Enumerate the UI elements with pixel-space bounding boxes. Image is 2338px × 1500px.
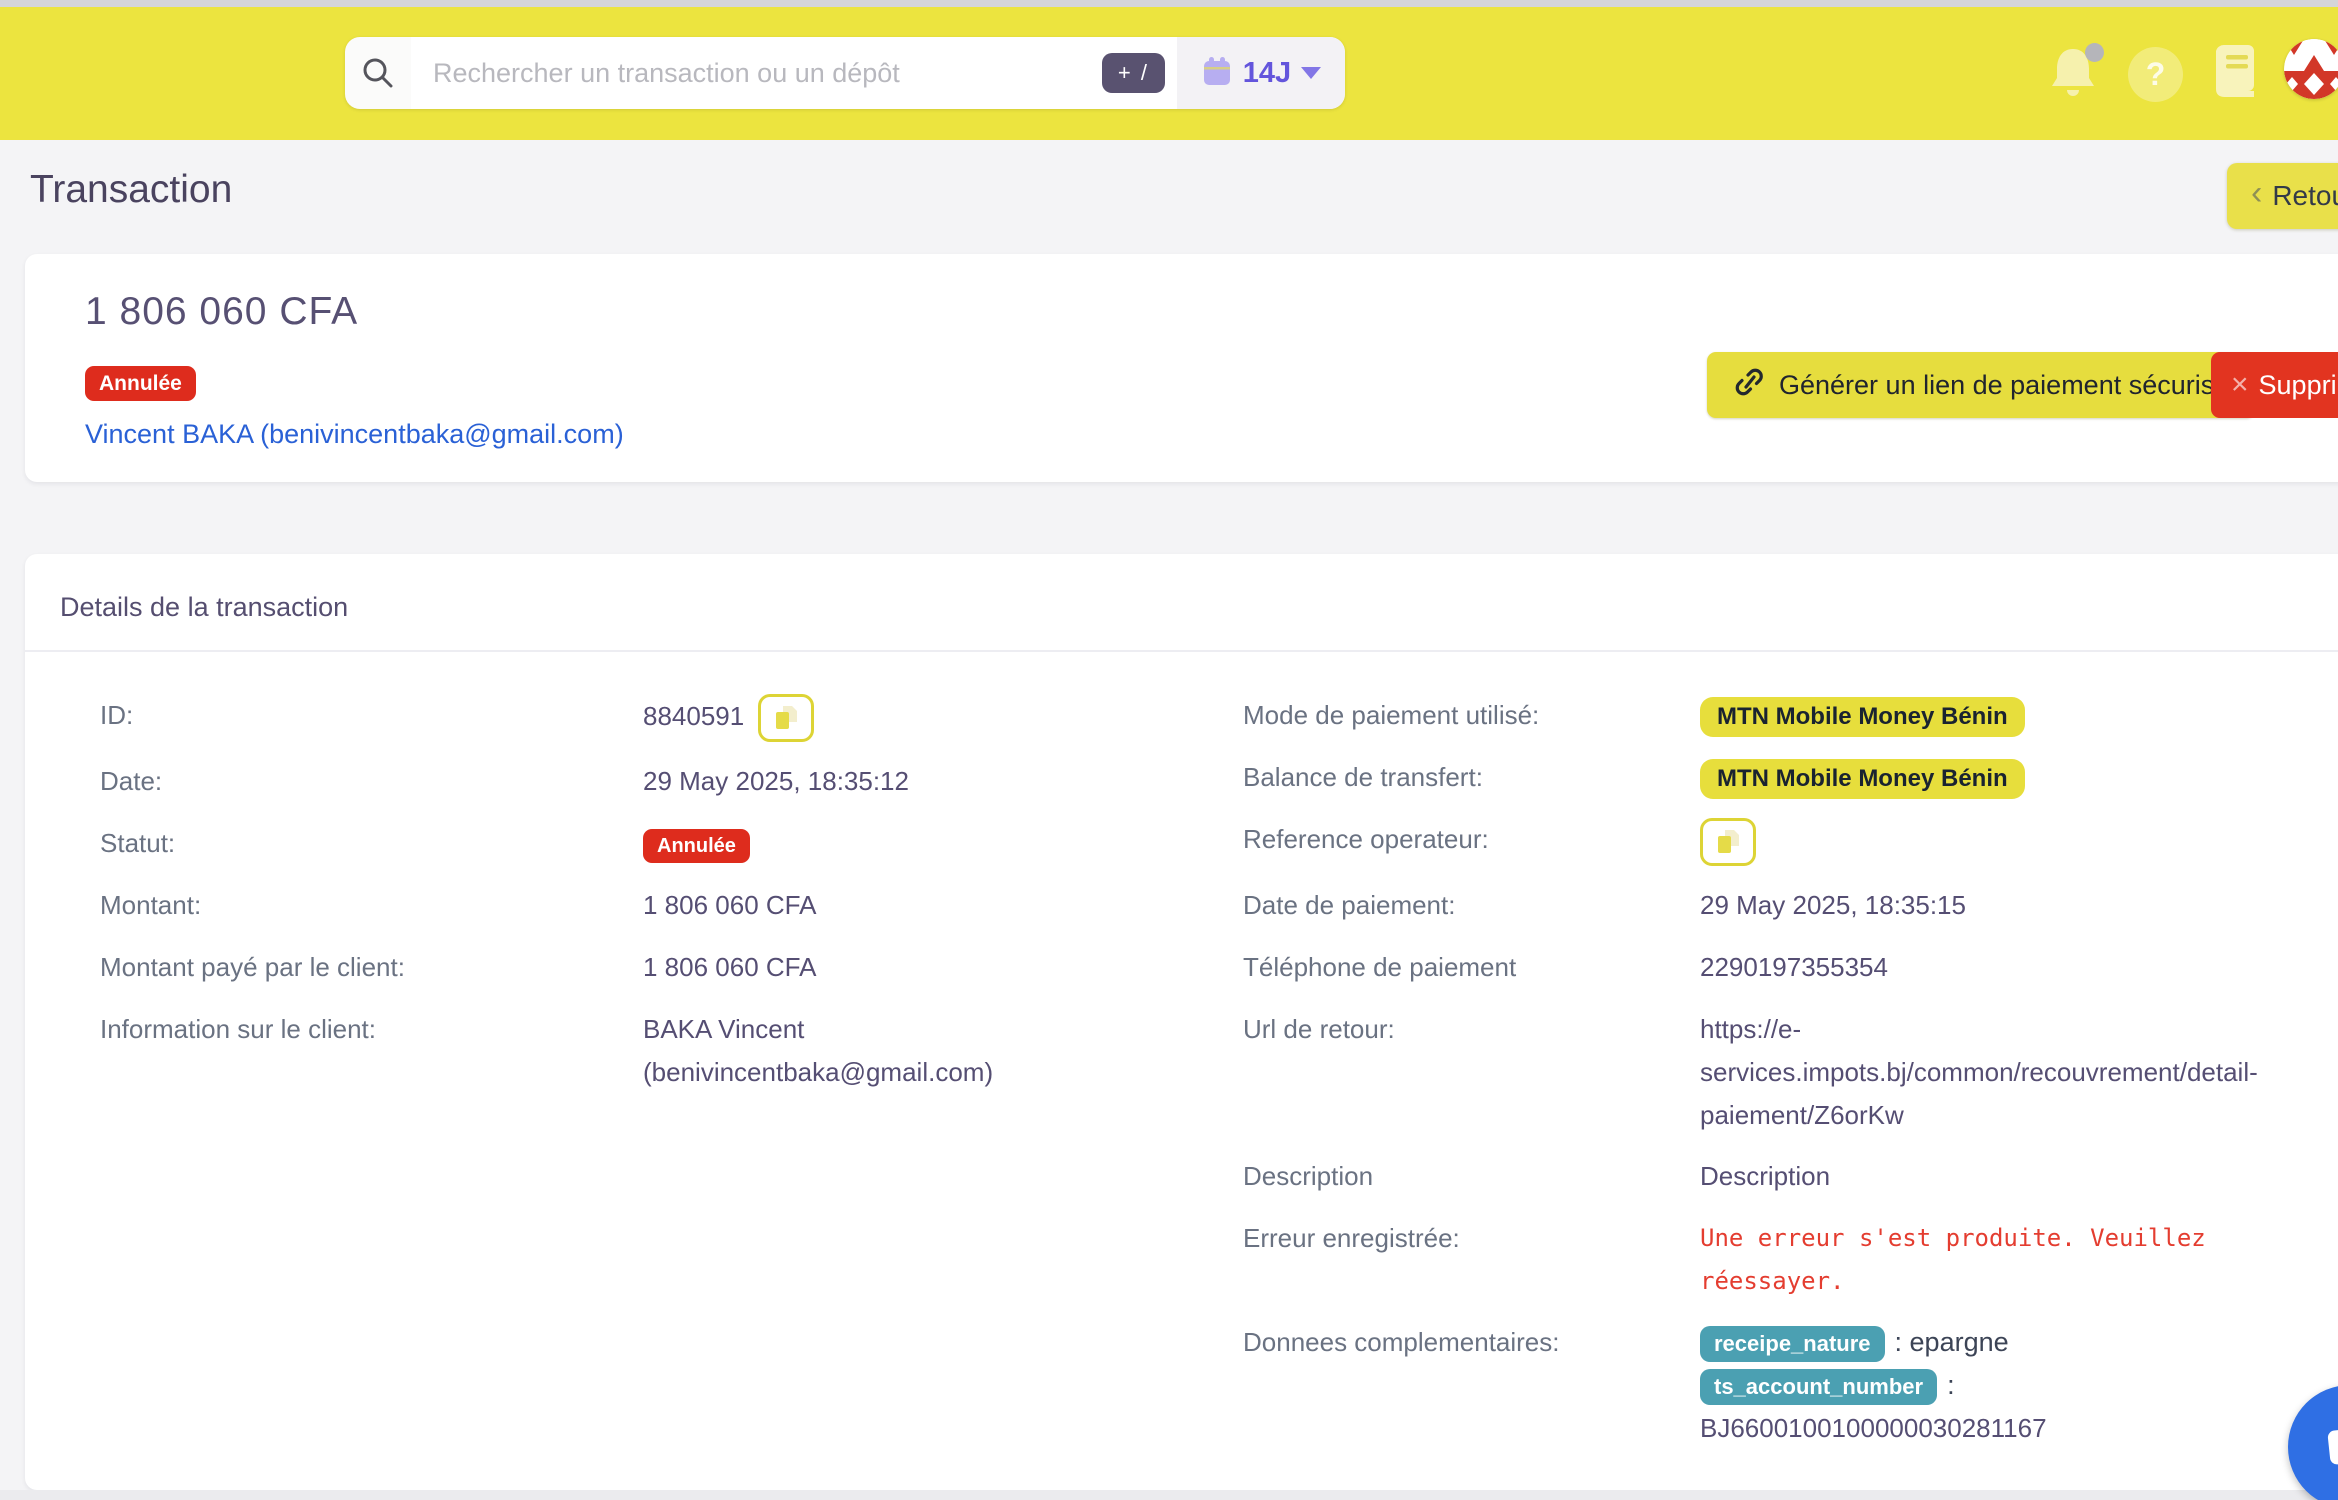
payment-phone-value: 2290197355354	[1700, 946, 1888, 989]
extra-data-pair: ts_account_number:	[1700, 1364, 2047, 1407]
extra-data-account-number: BJ6600100100000030281167	[1700, 1407, 2047, 1450]
chevron-down-icon	[1301, 67, 1321, 79]
details-right-column: Mode de paiement utilisé: MTN Mobile Mon…	[1243, 694, 2338, 1468]
period-filter-dropdown[interactable]: 14J	[1177, 37, 1345, 109]
detail-row-return-url: Url de retour: https://e-services.impots…	[1243, 1008, 2338, 1137]
amount-value: 1 806 060 CFA	[643, 884, 816, 927]
details-left-column: ID: 8840591 Date: 29 May 2025, 18:35:12 …	[100, 694, 1180, 1112]
amount-paid-value: 1 806 060 CFA	[643, 946, 816, 989]
extra-data-pair: receipe_nature: epargne	[1700, 1321, 2047, 1364]
payment-mode-badge: MTN Mobile Money Bénin	[1700, 697, 2025, 737]
transaction-summary-card: 1 806 060 CFA Annulée Vincent BAKA (beni…	[25, 254, 2338, 482]
return-url-value: https://e-services.impots.bj/common/reco…	[1700, 1008, 2338, 1137]
detail-row-description: Description Description	[1243, 1155, 2338, 1199]
details-section-title: Details de la transaction	[60, 592, 348, 623]
period-filter-value: 14J	[1243, 57, 1291, 90]
detail-row-extra-data: Donnees complementaires: receipe_nature:…	[1243, 1321, 2338, 1450]
transaction-id-value: 8840591	[643, 701, 744, 731]
description-value: Description	[1700, 1155, 1830, 1198]
detail-row-operator-reference: Reference operateur:	[1243, 818, 2338, 866]
window-top-edge	[0, 0, 2338, 7]
transaction-date-value: 29 May 2025, 18:35:12	[643, 760, 909, 803]
search-icon	[345, 37, 411, 109]
question-mark-icon: ?	[2146, 56, 2166, 93]
search-bar: + / 14J	[345, 37, 1345, 109]
detail-row-payment-phone: Téléphone de paiement 2290197355354	[1243, 946, 2338, 990]
page-title: Transaction	[30, 168, 232, 212]
transaction-details-card: Details de la transaction ID: 8840591 Da…	[25, 554, 2338, 1490]
generate-payment-link-label: Générer un lien de paiement sécurisé	[1779, 370, 2229, 401]
calendar-icon	[1201, 55, 1233, 92]
detail-row-error: Erreur enregistrée: Une erreur s'est pro…	[1243, 1217, 2338, 1303]
page-bottom-background	[0, 1490, 2338, 1500]
detail-row-date: Date: 29 May 2025, 18:35:12	[100, 760, 1180, 804]
client-info-value: BAKA Vincent (benivincentbaka@gmail.com)	[643, 1008, 1073, 1094]
user-avatar[interactable]	[2284, 39, 2338, 99]
top-navigation-bar: + / 14J ?	[0, 7, 2338, 140]
detail-row-id: ID: 8840591	[100, 694, 1180, 742]
divider	[25, 650, 2338, 652]
customer-link[interactable]: Vincent BAKA (benivincentbaka@gmail.com)	[85, 419, 624, 450]
delete-button[interactable]: × Supprimer	[2211, 352, 2338, 418]
close-icon: ×	[2231, 370, 2249, 400]
detail-row-status: Statut: Annulée	[100, 822, 1180, 866]
chat-bubble-icon	[2318, 1415, 2338, 1479]
status-badge: Annulée	[85, 366, 196, 401]
status-badge: Annulée	[643, 829, 750, 863]
transaction-amount: 1 806 060 CFA	[85, 290, 358, 334]
link-icon	[1733, 366, 1765, 405]
notification-dot	[2085, 43, 2104, 62]
back-button-label: Retour	[2272, 180, 2338, 212]
keyboard-shortcut-hint: + /	[1102, 53, 1165, 93]
detail-row-amount: Montant: 1 806 060 CFA	[100, 884, 1180, 928]
extra-data-key-badge: ts_account_number	[1700, 1369, 1937, 1405]
delete-button-label: Supprimer	[2259, 370, 2338, 401]
detail-row-amount-paid: Montant payé par le client: 1 806 060 CF…	[100, 946, 1180, 990]
notifications-button[interactable]	[2048, 45, 2104, 103]
transfer-balance-badge: MTN Mobile Money Bénin	[1700, 759, 2025, 799]
extra-data-key-badge: receipe_nature	[1700, 1326, 1885, 1362]
help-button[interactable]: ?	[2128, 47, 2183, 102]
documentation-button[interactable]	[2208, 43, 2260, 101]
copy-operator-reference-button[interactable]	[1700, 818, 1756, 866]
back-button[interactable]: ‹ Retour	[2227, 163, 2338, 229]
error-message-value: Une erreur s'est produite. Veuillez rées…	[1700, 1217, 2280, 1303]
detail-row-transfer-balance: Balance de transfert: MTN Mobile Money B…	[1243, 756, 2338, 800]
detail-row-payment-mode: Mode de paiement utilisé: MTN Mobile Mon…	[1243, 694, 2338, 738]
detail-row-client-info: Information sur le client: BAKA Vincent …	[100, 1008, 1180, 1094]
payment-date-value: 29 May 2025, 18:35:15	[1700, 884, 1966, 927]
search-field-container: + /	[411, 37, 1177, 109]
copy-id-button[interactable]	[758, 694, 814, 742]
detail-row-payment-date: Date de paiement: 29 May 2025, 18:35:15	[1243, 884, 2338, 928]
search-input[interactable]	[411, 37, 1102, 109]
generate-payment-link-button[interactable]: Générer un lien de paiement sécurisé	[1707, 352, 2255, 418]
chevron-left-icon: ‹	[2251, 176, 2262, 210]
